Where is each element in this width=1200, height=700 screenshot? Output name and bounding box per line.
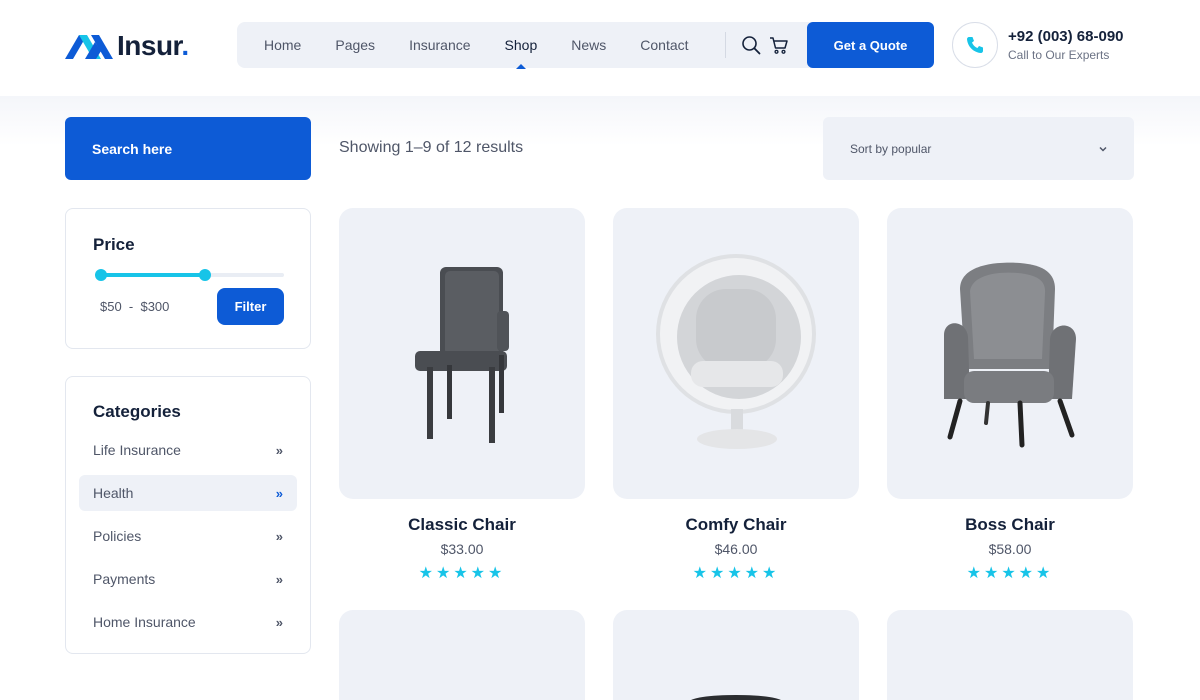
product-card[interactable]: Comfy Chair $46.00 ★★★★★	[613, 208, 859, 583]
product-card[interactable]: Boss Chair $58.00 ★★★★★	[887, 208, 1133, 583]
category-label: Payments	[93, 571, 156, 587]
price-range-text: $50 - $300	[100, 299, 170, 314]
nav-shop[interactable]: Shop	[505, 37, 537, 69]
phone-icon[interactable]	[952, 22, 998, 68]
chevron-down-icon	[1099, 146, 1107, 152]
price-slider-max-handle[interactable]	[199, 269, 212, 281]
result-count: Showing 1–9 of 12 results	[339, 139, 524, 156]
star-rating: ★★★★★	[692, 565, 780, 582]
phone-caption: Call to Our Experts	[1008, 48, 1110, 62]
category-health[interactable]: Health »	[79, 475, 297, 511]
nav-home[interactable]: Home	[264, 37, 301, 53]
product-image[interactable]	[339, 610, 585, 700]
product-name[interactable]: Boss Chair	[887, 515, 1133, 535]
product-price: $58.00	[988, 541, 1032, 557]
category-label: Home Insurance	[93, 614, 196, 630]
product-image-boss-chair[interactable]	[887, 208, 1133, 499]
price-filter-card: Price $50 - $300 Filter	[65, 208, 311, 349]
category-label: Life Insurance	[93, 442, 181, 458]
product-price: $46.00	[714, 541, 758, 557]
product-price: $33.00	[440, 541, 484, 557]
nav-pages[interactable]: Pages	[335, 37, 375, 53]
price-slider-fill	[101, 273, 206, 277]
product-name[interactable]: Classic Chair	[339, 515, 585, 535]
nav-divider	[725, 32, 726, 58]
brand-name: Insur.	[117, 30, 189, 61]
price-title: Price	[93, 235, 135, 254]
category-policies[interactable]: Policies »	[79, 518, 297, 554]
category-home-insurance[interactable]: Home Insurance »	[79, 604, 297, 640]
product-image-comfy-chair[interactable]	[613, 208, 859, 499]
chevron-right-icon: »	[275, 571, 283, 587]
category-life-insurance[interactable]: Life Insurance »	[79, 432, 297, 468]
sort-label: Sort by popular	[850, 141, 932, 156]
product-card[interactable]	[339, 610, 585, 700]
product-name[interactable]: Comfy Chair	[613, 515, 859, 535]
product-image-classic-chair[interactable]	[339, 208, 585, 499]
phone-number[interactable]: +92 (003) 68-090	[1008, 28, 1124, 45]
chevron-right-icon: »	[275, 614, 283, 630]
product-card[interactable]	[613, 610, 859, 700]
category-list: Life Insurance » Health » Policies » Pay…	[79, 432, 297, 647]
sort-select[interactable]: Sort by popular	[823, 117, 1134, 180]
category-label: Health	[93, 485, 134, 501]
cart-icon[interactable]	[769, 35, 789, 55]
price-slider-min-handle[interactable]	[95, 269, 107, 281]
nav-news[interactable]: News	[571, 37, 606, 53]
brand-logo[interactable]: Insur.	[65, 30, 189, 62]
product-image[interactable]	[887, 610, 1133, 700]
categories-card: Categories Life Insurance » Health » Pol…	[65, 376, 311, 654]
nav-contact[interactable]: Contact	[640, 37, 688, 53]
site-header: Insur. Home Pages Insurance Shop News Co…	[0, 0, 1200, 96]
product-image[interactable]	[613, 610, 859, 700]
chevron-right-icon: »	[275, 528, 283, 544]
get-quote-button[interactable]: Get a Quote	[807, 22, 934, 68]
main-nav: Home Pages Insurance Shop News Contact G…	[237, 22, 934, 69]
category-label: Policies	[93, 528, 142, 544]
category-payments[interactable]: Payments »	[79, 561, 297, 597]
chevron-right-icon: »	[275, 442, 283, 458]
search-icon[interactable]	[741, 35, 761, 55]
product-card[interactable]	[887, 610, 1133, 700]
product-card[interactable]: Classic Chair $33.00 ★★★★★	[339, 208, 585, 583]
price-slider[interactable]	[95, 269, 284, 281]
chevron-right-icon: »	[275, 485, 283, 501]
star-rating: ★★★★★	[418, 565, 506, 582]
search-input[interactable]: Search here	[65, 117, 311, 180]
logo-mark-icon	[65, 35, 113, 59]
nav-insurance[interactable]: Insurance	[409, 37, 470, 53]
categories-title: Categories	[93, 402, 181, 421]
contact-block: +92 (003) 68-090 Call to Our Experts	[952, 22, 1124, 68]
star-rating: ★★★★★	[966, 565, 1054, 582]
filter-button[interactable]: Filter	[217, 288, 284, 325]
